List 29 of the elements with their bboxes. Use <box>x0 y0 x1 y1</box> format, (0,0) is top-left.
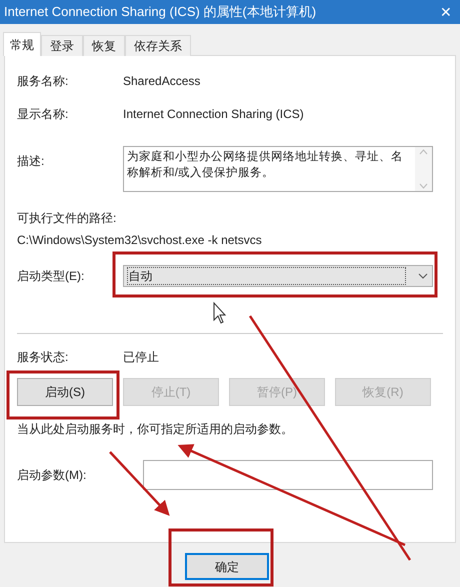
field-label: 可执行文件的路径: <box>17 210 118 227</box>
tab[interactable]: 依存关系 <box>125 35 191 56</box>
path-text: C:\Windows\System32\svchost.exe -k netsvcs <box>17 232 263 249</box>
field-label: 显示名称: <box>17 106 70 123</box>
arrow <box>109 451 170 516</box>
service-button[interactable]: 启动(S) <box>17 378 113 406</box>
field-label: 启动类型(E): <box>17 268 86 285</box>
field-label: 描述: <box>17 153 46 170</box>
field-label: 服务状态: <box>17 349 70 366</box>
field-label: 启动参数(M): <box>17 467 88 484</box>
close-button[interactable]: ✕ <box>440 2 452 22</box>
field-label: 服务名称: <box>17 73 70 90</box>
mouse-pointer-icon <box>214 302 226 324</box>
window-title: Internet Connection Sharing (ICS) 的属性(本地计算机) <box>4 3 316 22</box>
start-params-field[interactable] <box>143 460 433 490</box>
field-value: SharedAccess <box>123 73 200 90</box>
description-box[interactable]: 为家庭和小型办公网络提供网络地址转换、寻址、名称解析和/或入侵保护服务。 <box>122 146 433 192</box>
caret-icon <box>418 273 428 279</box>
description-text: 为家庭和小型办公网络提供网络地址转换、寻址、名称解析和/或入侵保护服务。 <box>126 149 404 181</box>
tab[interactable]: 登录 <box>41 35 83 56</box>
status-value: 已停止 <box>123 349 159 366</box>
startup-type-dropdown[interactable]: 自动 <box>122 265 433 287</box>
scroll-up-icon[interactable] <box>419 149 428 155</box>
tab[interactable]: 恢复 <box>83 35 125 56</box>
scroll-down-icon[interactable] <box>419 183 428 189</box>
tab[interactable]: 常规 <box>3 32 41 56</box>
field-value: Internet Connection Sharing (ICS) <box>123 106 304 123</box>
hint-text: 当从此处启动服务时，你可指定所适用的启动参数。 <box>17 421 294 438</box>
ok-button[interactable]: 确定 <box>185 553 269 580</box>
